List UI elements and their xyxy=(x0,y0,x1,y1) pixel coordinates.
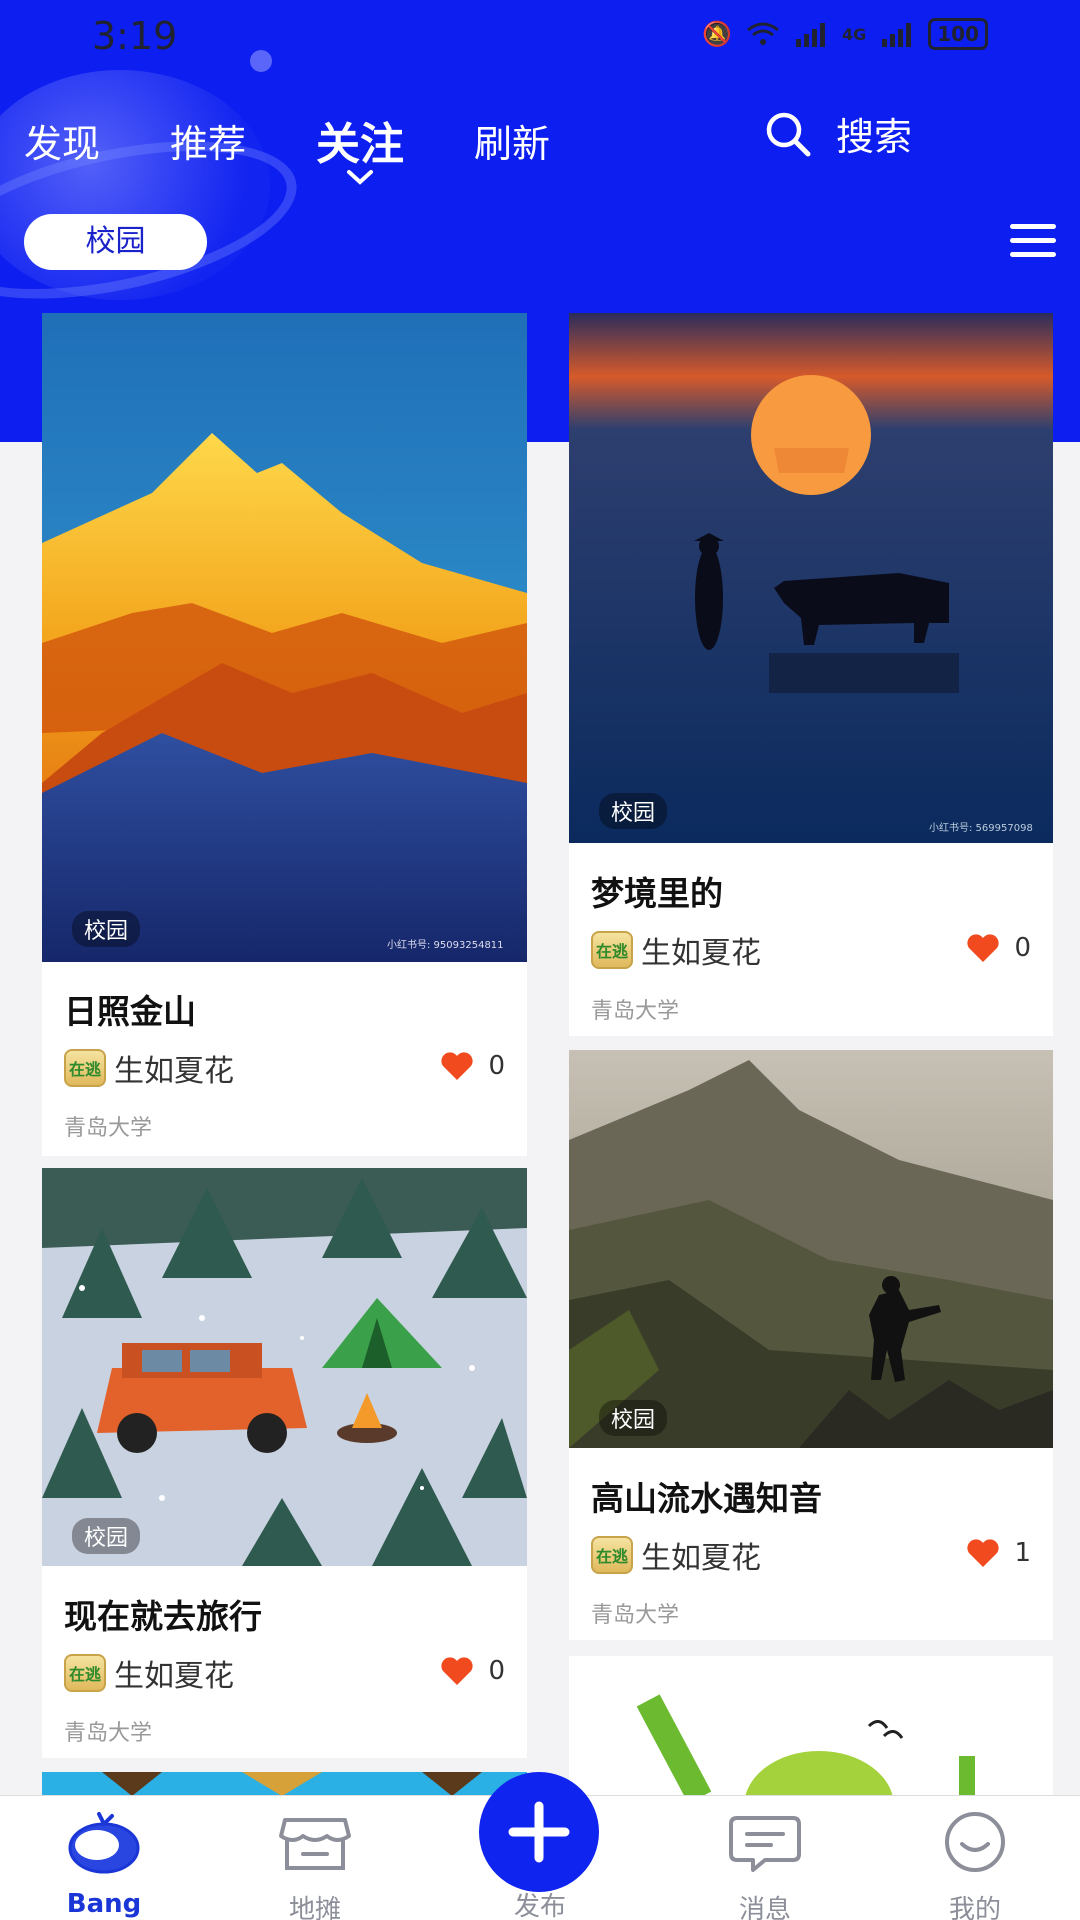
post-tag: 校园 xyxy=(599,1400,668,1436)
like-count: 1 xyxy=(1014,1538,1031,1568)
menu-icon[interactable] xyxy=(1010,224,1056,260)
post-tag: 校园 xyxy=(599,793,668,829)
post-tag: 校园 xyxy=(72,1518,141,1554)
post-author[interactable]: 在逃 生如夏花 xyxy=(64,1651,234,1695)
post-tag: 校园 xyxy=(72,911,141,947)
heart-icon xyxy=(441,1052,474,1080)
tab-following[interactable]: 关注 xyxy=(316,108,405,185)
bottom-nav: Bang 地摊 发布 消息 我的 xyxy=(0,1772,1080,1920)
post-card[interactable]: 校园 现在就去旅行 在逃 生如夏花 0 青岛大学 xyxy=(42,1168,527,1758)
stall-icon xyxy=(279,1818,351,1870)
post-image xyxy=(569,1050,1053,1448)
post-title: 高山流水遇知音 xyxy=(591,1479,822,1518)
heart-icon xyxy=(967,1539,1000,1567)
publish-label: 发布 xyxy=(513,1892,566,1920)
post-title: 梦境里的 xyxy=(591,874,723,913)
wifi-icon xyxy=(747,22,779,45)
heart-icon xyxy=(441,1657,474,1685)
author-name: 生如夏花 xyxy=(641,936,761,971)
nav-me-label: 我的 xyxy=(948,1895,1001,1920)
battery-icon: 100 xyxy=(928,18,988,50)
post-image xyxy=(42,1772,527,1796)
post-card[interactable] xyxy=(42,1772,527,1796)
campus-filter-chip[interactable]: 校园 xyxy=(24,214,207,270)
nav-bang[interactable]: Bang xyxy=(44,1810,164,1919)
tab-recommend[interactable]: 推荐 xyxy=(170,113,246,168)
avatar: 在逃 xyxy=(64,1654,106,1692)
post-author[interactable]: 在逃 生如夏花 xyxy=(591,1533,761,1577)
plus-icon xyxy=(508,1801,570,1863)
tab-refresh[interactable]: 刷新 xyxy=(474,113,550,168)
post-author[interactable]: 在逃 生如夏花 xyxy=(591,928,761,972)
nav-messages[interactable]: 消息 xyxy=(705,1810,825,1920)
avatar: 在逃 xyxy=(591,931,633,969)
post-card[interactable] xyxy=(569,1656,1053,1796)
watermark-left: 小红书号: 95093254811 xyxy=(387,938,504,951)
post-image xyxy=(569,1656,1053,1796)
tab-discover[interactable]: 发现 xyxy=(24,113,100,168)
avatar: 在逃 xyxy=(64,1049,106,1087)
avatar: 在逃 xyxy=(591,1536,633,1574)
post-title: 现在就去旅行 xyxy=(64,1597,262,1636)
nav-me[interactable]: 我的 xyxy=(915,1810,1035,1920)
tomato-icon xyxy=(68,1812,140,1874)
nav-stall-label: 地摊 xyxy=(288,1895,341,1920)
publish-button[interactable] xyxy=(479,1772,599,1892)
mute-bell-icon: 🔕 xyxy=(702,20,732,48)
signal-icon xyxy=(795,23,825,47)
smile-icon xyxy=(945,1812,1005,1872)
like-button[interactable]: 0 xyxy=(440,1656,505,1686)
watermark-right: 小红书号: 569957098 xyxy=(929,821,1033,834)
chevron-down-icon xyxy=(347,170,374,185)
nav-messages-label: 消息 xyxy=(738,1895,791,1920)
search-button[interactable]: 搜索 xyxy=(764,106,912,161)
school-name: 青岛大学 xyxy=(64,1116,153,1141)
post-image: 小红书号: 95093254811 xyxy=(42,313,527,962)
like-count: 0 xyxy=(488,1051,505,1081)
school-name: 青岛大学 xyxy=(64,1721,153,1746)
tab-following-label: 关注 xyxy=(316,119,405,170)
post-card[interactable]: 小红书号: 95093254811 校园 日照金山 在逃 生如夏花 0 青岛大学 xyxy=(42,313,527,1156)
status-bar: 3:19 🔕 4G 100 xyxy=(0,0,1080,72)
search-label: 搜索 xyxy=(836,115,913,159)
post-card[interactable]: 校园 高山流水遇知音 在逃 生如夏花 1 青岛大学 xyxy=(569,1050,1053,1640)
like-button[interactable]: 1 xyxy=(966,1538,1031,1568)
status-time: 3:19 xyxy=(92,14,178,58)
post-title: 日照金山 xyxy=(64,992,196,1031)
status-icons: 🔕 4G 100 xyxy=(702,18,988,50)
post-card[interactable]: 小红书号: 569957098 校园 梦境里的 在逃 生如夏花 0 青岛大学 xyxy=(569,313,1053,1036)
post-image: 小红书号: 569957098 xyxy=(569,313,1053,843)
top-nav-tabs: 发现 推荐 关注 刷新 xyxy=(24,105,620,185)
nav-bang-label: Bang xyxy=(66,1889,142,1919)
school-name: 青岛大学 xyxy=(591,1603,680,1628)
like-button[interactable]: 0 xyxy=(440,1051,505,1081)
post-author[interactable]: 在逃 生如夏花 xyxy=(64,1046,234,1090)
network-type: 4G xyxy=(841,24,867,44)
message-icon xyxy=(729,1816,801,1872)
search-icon xyxy=(766,112,811,156)
like-count: 0 xyxy=(1014,933,1031,963)
signal-icon-2 xyxy=(882,23,912,47)
heart-icon xyxy=(967,934,1000,962)
like-count: 0 xyxy=(488,1656,505,1686)
author-name: 生如夏花 xyxy=(114,1054,234,1089)
school-name: 青岛大学 xyxy=(591,999,680,1024)
nav-stall[interactable]: 地摊 xyxy=(255,1810,375,1920)
author-name: 生如夏花 xyxy=(114,1659,234,1694)
like-button[interactable]: 0 xyxy=(966,933,1031,963)
post-image xyxy=(42,1168,527,1566)
author-name: 生如夏花 xyxy=(641,1541,761,1576)
